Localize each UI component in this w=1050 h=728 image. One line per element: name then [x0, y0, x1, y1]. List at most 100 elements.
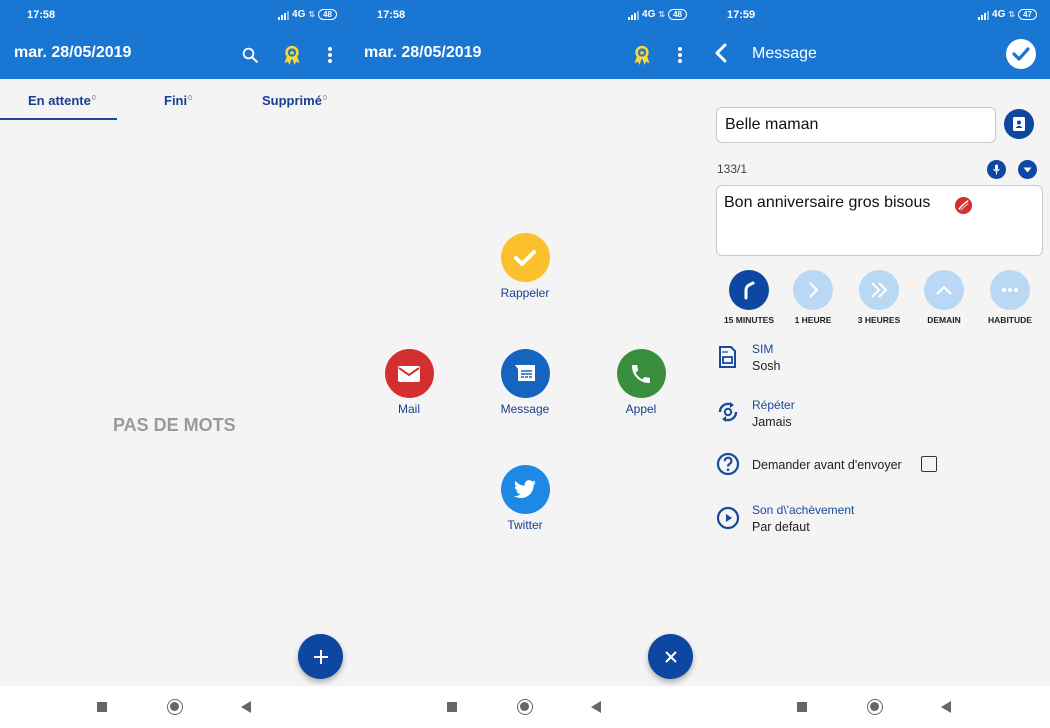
expand-button[interactable] [1018, 160, 1037, 179]
system-nav-bar [0, 686, 350, 728]
option-title: Demander avant d'envoyer [752, 458, 902, 472]
tab-supprime[interactable]: Supprimé0 [262, 93, 327, 108]
page-title: mar. 28/05/2019 [14, 44, 132, 61]
app-bar: 17:59 4G ⇅ 47 Message [700, 0, 1050, 79]
home-button[interactable] [517, 699, 533, 715]
signal-icon [628, 10, 640, 20]
delay-habitude[interactable]: HABITUDE [978, 270, 1042, 325]
contact-field-wrapper [716, 107, 996, 143]
status-bar: 17:58 4G ⇅ 48 [350, 0, 700, 30]
tab-fini[interactable]: Fini0 [164, 93, 192, 108]
option-title: SIM [752, 342, 774, 356]
back-button[interactable] [591, 701, 601, 713]
option-value: Par defaut [752, 520, 810, 534]
more-vert-icon[interactable] [317, 42, 343, 68]
system-nav-bar [700, 686, 1050, 728]
action-rappeler[interactable]: Rappeler [485, 233, 565, 300]
delay-15-minutes[interactable]: 15 MINUTES [717, 270, 781, 325]
system-nav-bar [350, 686, 700, 728]
battery-level: 48 [318, 9, 337, 20]
help-circle-icon [716, 452, 740, 481]
app-bar: 17:58 4G ⇅ 48 mar. 28/05/2019 [350, 0, 700, 79]
message-icon [515, 364, 535, 381]
battery-level: 47 [1018, 9, 1037, 20]
phone-icon [632, 364, 650, 383]
action-picker-screen: 17:58 4G ⇅ 48 mar. 28/05/2019 Rappeler M… [350, 0, 700, 728]
battery-level: 48 [668, 9, 687, 20]
data-arrows-icon: ⇅ [658, 10, 666, 19]
contacts-button[interactable] [1004, 109, 1034, 139]
option-title: Son d\'achèvement [752, 503, 855, 517]
caret-down-icon [1023, 167, 1032, 172]
tab-en-attente[interactable]: En attente0 [28, 93, 96, 108]
recents-button[interactable] [797, 702, 807, 712]
award-badge-icon[interactable] [279, 42, 305, 68]
page-title: mar. 28/05/2019 [364, 44, 482, 61]
mail-icon [398, 365, 420, 382]
more-vert-icon[interactable] [667, 42, 693, 68]
action-mail[interactable]: Mail [369, 349, 449, 416]
confirm-button[interactable] [1006, 39, 1036, 69]
back-arrow-icon[interactable] [714, 43, 728, 68]
double-chevron-right-icon [871, 282, 888, 298]
data-arrows-icon: ⇅ [1008, 10, 1016, 19]
app-bar: 17:58 4G ⇅ 48 mar. 28/05/2019 [0, 0, 350, 79]
kiss-mark-emoji [954, 196, 973, 220]
tab-count: 0 [188, 94, 193, 102]
status-time: 17:58 [377, 9, 406, 21]
empty-state-text: PAS DE MOTS [113, 415, 236, 435]
award-badge-icon[interactable] [629, 42, 655, 68]
check-icon [1012, 47, 1030, 61]
twitter-icon [514, 479, 536, 498]
message-editor-screen: 17:59 4G ⇅ 47 Message Belle maman 133/1 … [700, 0, 1050, 728]
delay-1-heure[interactable]: 1 HEURE [781, 270, 845, 325]
delay-3-heures[interactable]: 3 HEURES [847, 270, 911, 325]
network-type: 4G [642, 9, 656, 20]
chevron-right-icon [809, 282, 819, 298]
ask-before-send-checkbox[interactable] [921, 456, 937, 472]
network-type: 4G [992, 9, 1006, 20]
action-twitter[interactable]: Twitter [485, 465, 565, 532]
action-appel[interactable]: Appel [601, 349, 681, 416]
data-arrows-icon: ⇅ [308, 10, 316, 19]
home-button[interactable] [167, 699, 183, 715]
signal-icon [978, 10, 990, 20]
back-button[interactable] [941, 701, 951, 713]
status-time: 17:58 [27, 9, 56, 21]
close-icon [664, 650, 677, 663]
active-tab-indicator [0, 118, 117, 120]
close-fab-button[interactable] [648, 634, 693, 679]
tab-count: 0 [91, 94, 96, 102]
sim-card-icon [716, 345, 738, 374]
plus-icon [313, 649, 328, 664]
search-icon[interactable] [237, 42, 263, 68]
delay-demain[interactable]: DEMAIN [912, 270, 976, 325]
screenshot-triptych: 17:58 4G ⇅ 48 mar. 28/05/2019 En attente… [0, 0, 1050, 728]
network-type: 4G [292, 9, 306, 20]
message-input[interactable]: Bon anniversaire gros bisous [717, 186, 1042, 255]
back-button[interactable] [241, 701, 251, 713]
option-title: Répéter [752, 398, 795, 412]
status-time: 17:59 [727, 9, 756, 21]
task-list-screen: 17:58 4G ⇅ 48 mar. 28/05/2019 En attente… [0, 0, 350, 728]
message-field-wrapper: Bon anniversaire gros bisous [716, 185, 1043, 256]
action-message[interactable]: Message [485, 349, 565, 416]
recents-button[interactable] [447, 702, 457, 712]
mic-button[interactable] [987, 160, 1006, 179]
signal-icon [278, 10, 290, 20]
page-title: Message [752, 45, 817, 62]
mic-icon [993, 164, 1000, 175]
char-counter: 133/1 [717, 162, 748, 176]
contact-input[interactable] [717, 108, 995, 142]
status-bar: 17:58 4G ⇅ 48 [0, 0, 350, 30]
more-horiz-icon [1002, 288, 1018, 292]
add-fab-button[interactable] [298, 634, 343, 679]
recents-button[interactable] [97, 702, 107, 712]
home-button[interactable] [867, 699, 883, 715]
clock-quarter-icon [744, 281, 755, 300]
play-circle-icon [716, 506, 740, 535]
tab-count: 0 [322, 94, 327, 102]
contact-book-icon [1013, 117, 1025, 131]
repeat-icon [716, 400, 740, 429]
option-value: Jamais [752, 415, 792, 429]
